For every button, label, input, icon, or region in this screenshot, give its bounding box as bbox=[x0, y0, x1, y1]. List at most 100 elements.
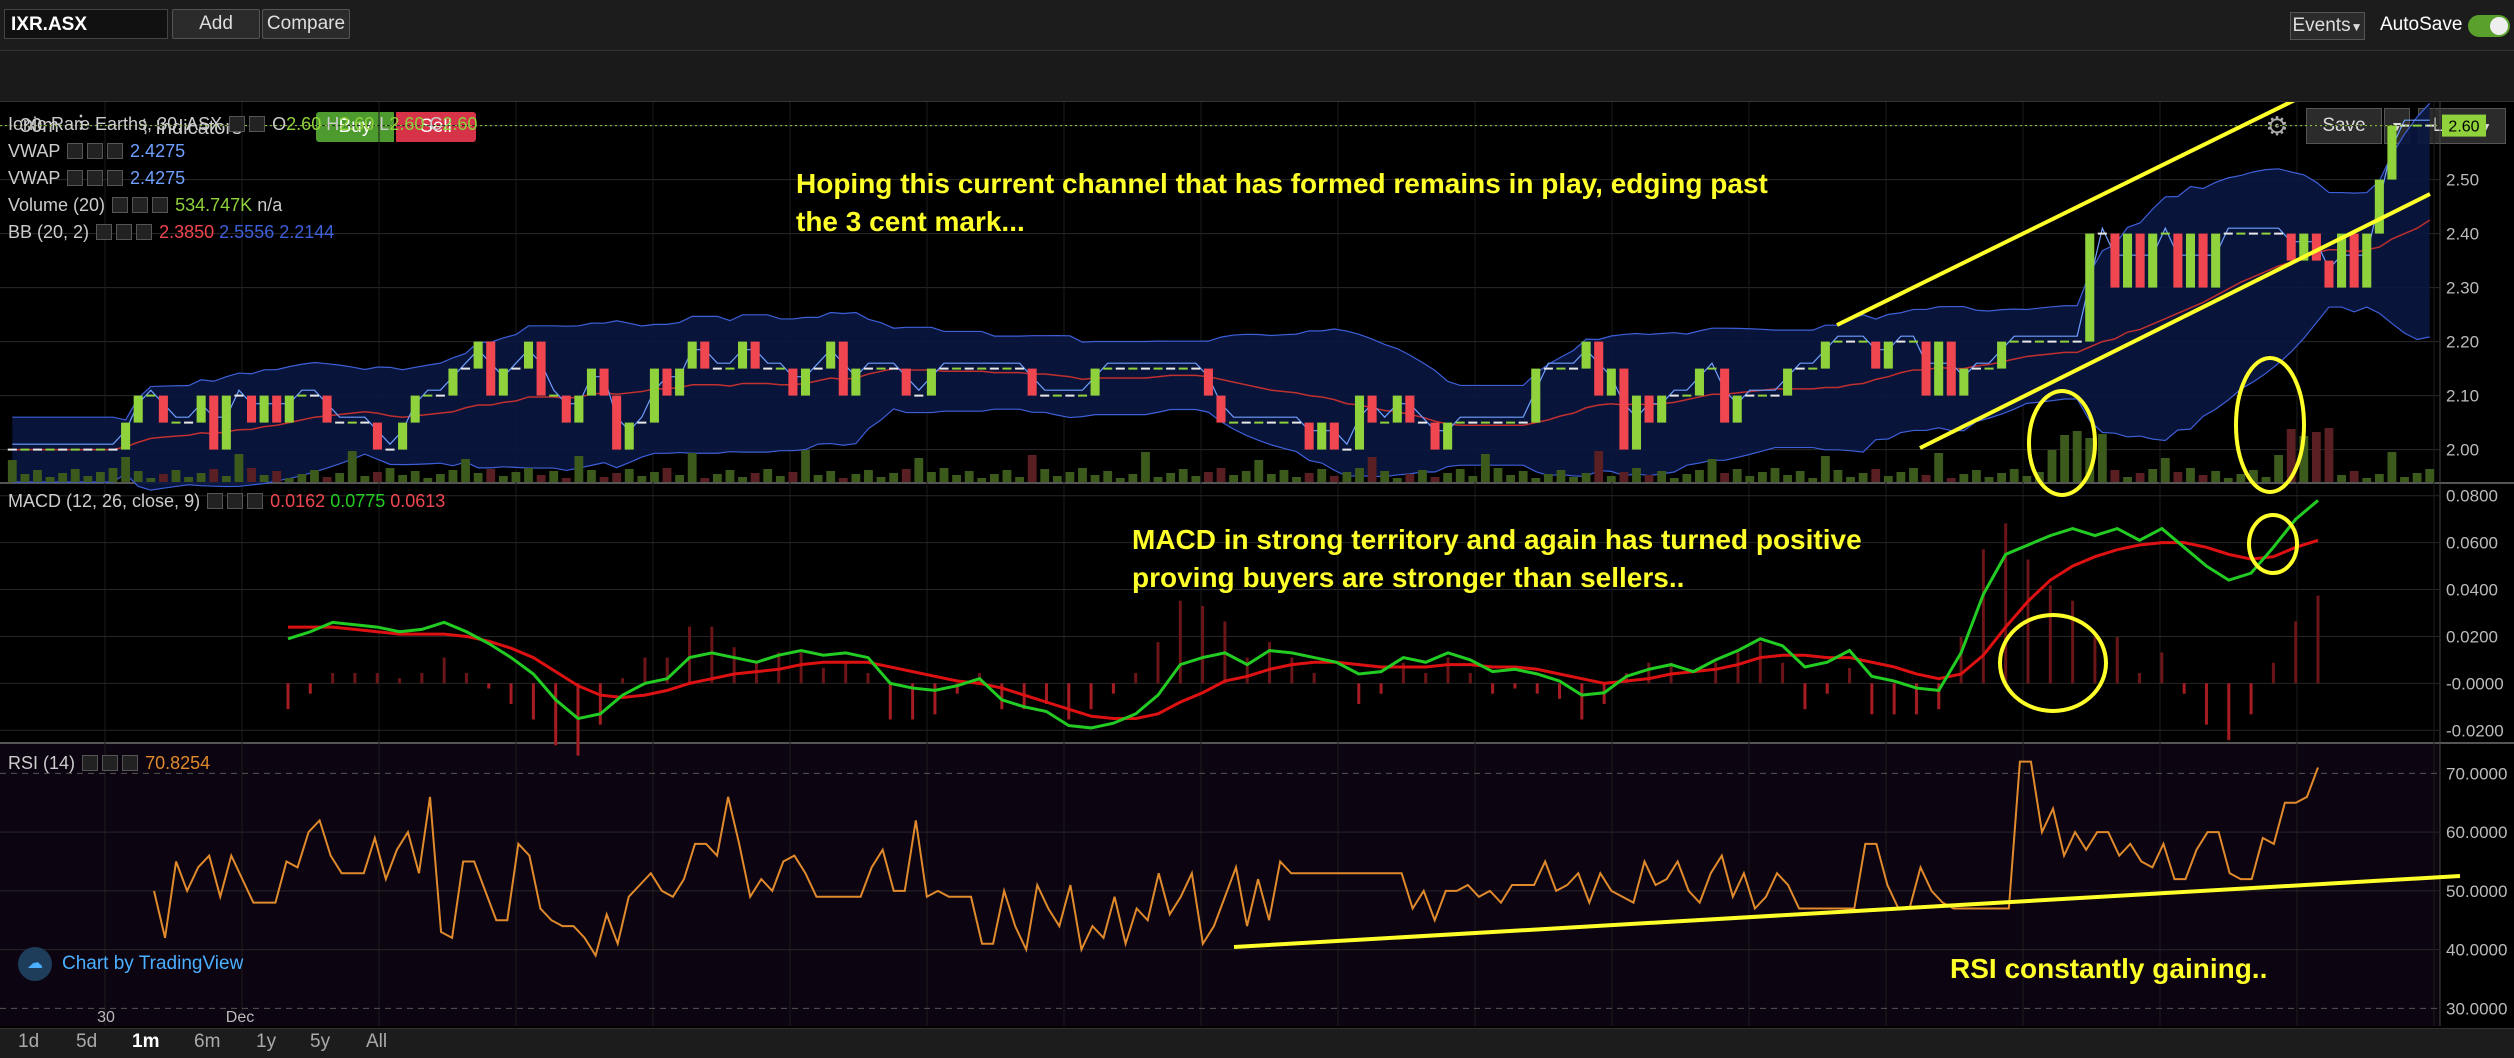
symbol-input[interactable]: IXR.ASX bbox=[4, 9, 168, 39]
volume-bar bbox=[1254, 460, 1264, 482]
macd-annotation: MACD in strong territory and again has t… bbox=[1132, 521, 1862, 597]
volume-bar bbox=[1972, 470, 1981, 482]
volume-bar bbox=[133, 471, 143, 482]
volume-bar bbox=[1783, 475, 1792, 482]
eye-icon[interactable] bbox=[82, 755, 99, 771]
candle bbox=[1783, 368, 1793, 396]
autosave-label: AutoSave bbox=[2380, 14, 2463, 35]
range-5y[interactable]: 5y bbox=[310, 1031, 330, 1053]
candle bbox=[2110, 233, 2120, 288]
eye-icon[interactable] bbox=[229, 116, 246, 132]
volume-bar bbox=[2009, 469, 2019, 482]
rsi-tick-label: 30.0000 bbox=[2446, 999, 2507, 1018]
settings-icon[interactable] bbox=[87, 170, 104, 186]
volume-bar bbox=[2374, 474, 2384, 482]
settings-icon[interactable] bbox=[227, 493, 244, 509]
price-annotation: Hoping this current channel that has for… bbox=[796, 165, 1768, 241]
add-button[interactable]: Add bbox=[172, 9, 260, 39]
volume-bar bbox=[83, 476, 93, 482]
settings-icon[interactable] bbox=[249, 116, 266, 132]
candle bbox=[121, 422, 131, 450]
volume-bar bbox=[121, 457, 131, 482]
candle bbox=[1329, 422, 1339, 450]
volume-bar bbox=[687, 453, 697, 482]
candle bbox=[2173, 233, 2183, 288]
volume-bar bbox=[1015, 477, 1024, 482]
volume-bar bbox=[2311, 432, 2321, 482]
candle bbox=[738, 341, 748, 369]
eye-icon[interactable] bbox=[112, 197, 129, 213]
volume-bar bbox=[435, 474, 445, 482]
eye-icon[interactable] bbox=[67, 170, 84, 186]
candle bbox=[700, 341, 710, 369]
volume-bar bbox=[1871, 469, 1881, 482]
settings-icon[interactable] bbox=[116, 224, 133, 240]
range-6m[interactable]: 6m bbox=[194, 1031, 220, 1053]
open-label: O bbox=[272, 114, 287, 134]
volume-bar bbox=[184, 477, 193, 482]
settings-icon[interactable] bbox=[102, 755, 119, 771]
range-1m[interactable]: 1m bbox=[132, 1031, 159, 1053]
candle bbox=[1317, 422, 1327, 450]
volume-bar bbox=[511, 472, 521, 482]
settings-icon[interactable] bbox=[87, 143, 104, 159]
price-tick-label: 2.00 bbox=[2446, 441, 2479, 460]
candle bbox=[1619, 368, 1629, 450]
bb-legend: BB (20, 2) 2.3850 2.5556 2.2144 bbox=[8, 222, 334, 243]
candle bbox=[1694, 368, 1704, 396]
volume-bar bbox=[448, 470, 458, 482]
range-1d[interactable]: 1d bbox=[18, 1031, 39, 1053]
close-icon[interactable] bbox=[152, 197, 169, 213]
volume-bar bbox=[410, 471, 420, 482]
rsi-tick-label: 40.0000 bbox=[2446, 941, 2507, 960]
volume-bar bbox=[2198, 475, 2208, 482]
candle bbox=[624, 422, 634, 450]
volume-bar bbox=[2160, 458, 2170, 482]
close-icon[interactable] bbox=[136, 224, 153, 240]
volume-bar bbox=[2349, 471, 2359, 482]
eye-icon[interactable] bbox=[207, 493, 224, 509]
volume-bar bbox=[1342, 472, 1352, 482]
top-toolbar: IXR.ASX Add Compare Events▼ AutoSave bbox=[0, 0, 2514, 51]
vwap2-value: 2.4275 bbox=[130, 168, 186, 188]
rsi-value: 70.8254 bbox=[145, 753, 211, 773]
range-bar: 1d 5d 1m 6m 1y 5y All bbox=[0, 1028, 2514, 1058]
volume-bar bbox=[1984, 477, 1994, 482]
volume-bar bbox=[1090, 475, 1100, 482]
eye-icon[interactable] bbox=[96, 224, 113, 240]
main-legend: Ionic Rare Earths, 30, ASX O2.60 H2.60 L… bbox=[8, 114, 477, 135]
close-icon[interactable] bbox=[107, 143, 124, 159]
close-icon[interactable] bbox=[122, 755, 139, 771]
volume-bar bbox=[1556, 470, 1566, 482]
eye-icon[interactable] bbox=[67, 143, 84, 159]
volume-bar bbox=[1279, 470, 1289, 482]
close-icon[interactable] bbox=[247, 493, 264, 509]
tradingview-branding[interactable]: ☁ Chart by TradingView bbox=[18, 946, 243, 982]
rsi-annotation: RSI constantly gaining.. bbox=[1950, 953, 2268, 984]
candle bbox=[1921, 341, 1931, 396]
volume-bar bbox=[700, 478, 710, 482]
volume-bar bbox=[662, 468, 672, 482]
volume-bar bbox=[1732, 469, 1742, 482]
volume-bar bbox=[1581, 473, 1591, 482]
compare-button[interactable]: Compare bbox=[262, 9, 350, 39]
candle bbox=[926, 368, 936, 396]
volume-bar bbox=[1191, 476, 1201, 482]
volume-bar bbox=[1266, 474, 1276, 482]
candle bbox=[410, 395, 420, 423]
volume-bar bbox=[1820, 456, 1830, 482]
settings-icon[interactable] bbox=[132, 197, 149, 213]
autosave-toggle[interactable] bbox=[2468, 15, 2510, 37]
volume-bar bbox=[1115, 478, 1125, 482]
volume-bar bbox=[1229, 475, 1238, 482]
volume-bar bbox=[2425, 469, 2435, 482]
range-5d[interactable]: 5d bbox=[76, 1031, 97, 1053]
volume-bar bbox=[1909, 468, 1918, 482]
close-icon[interactable] bbox=[107, 170, 124, 186]
range-all[interactable]: All bbox=[366, 1031, 387, 1053]
volume-bar bbox=[851, 474, 861, 482]
volume-bar bbox=[1997, 473, 2007, 482]
volume-bar bbox=[498, 476, 508, 482]
events-dropdown[interactable]: Events▼ bbox=[2290, 12, 2365, 40]
range-1y[interactable]: 1y bbox=[256, 1031, 276, 1053]
